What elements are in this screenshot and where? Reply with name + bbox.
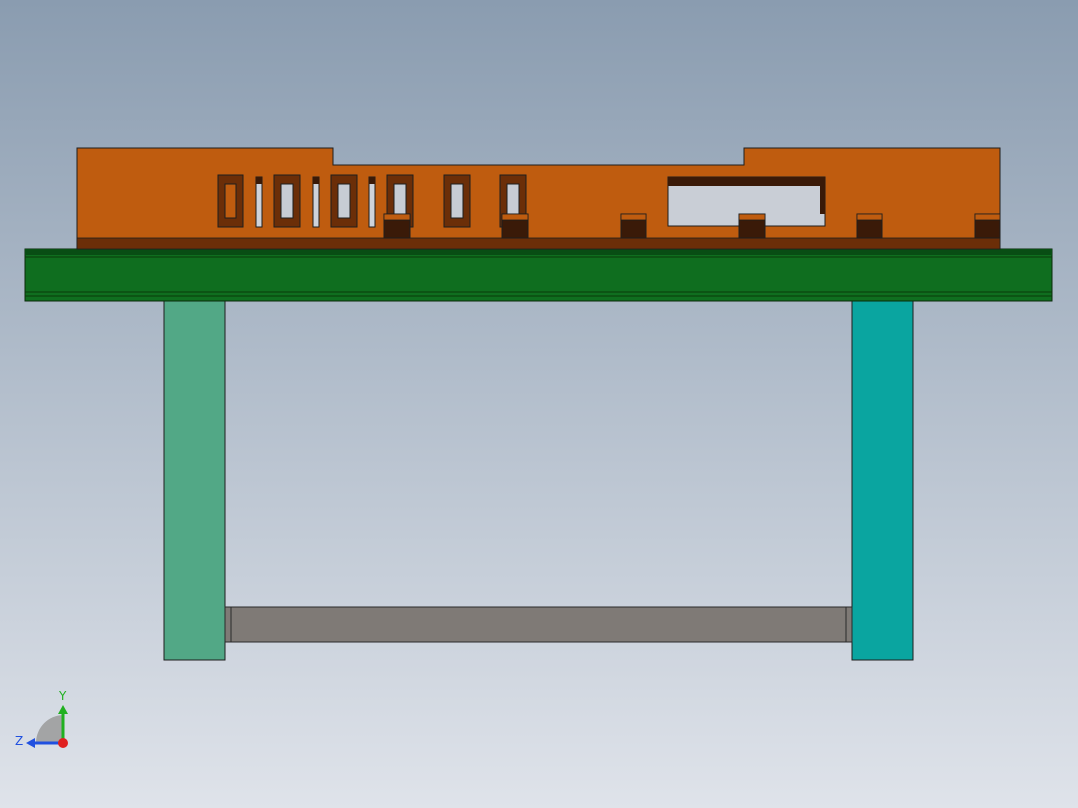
slot-pocket-window [393, 183, 407, 219]
z-axis-label: Z [15, 734, 23, 748]
slot-pocket-window [506, 183, 520, 219]
orange-base-strip [76, 237, 1001, 250]
thin-slot-cap [256, 177, 262, 184]
slot-pocket-window [337, 183, 351, 219]
thin-slot-cap [313, 177, 319, 184]
model-view-svg[interactable]: Y Z [0, 0, 1078, 808]
cad-viewport[interactable]: Y Z [0, 0, 1078, 808]
window-cutout-right-edge [820, 177, 825, 214]
thin-slot [255, 176, 263, 228]
window-cutout-top-edge [668, 177, 825, 186]
base-block-cap [383, 213, 411, 221]
slot-pocket-inner [224, 183, 237, 219]
green-plate-top-edge [25, 249, 1052, 255]
right-leg[interactable] [851, 299, 914, 661]
x-axis-dot-icon [58, 738, 68, 748]
thin-slot [368, 176, 376, 228]
slot-pocket-window [450, 183, 464, 219]
left-leg[interactable] [163, 299, 226, 661]
base-block-cap [738, 213, 766, 221]
base-block-cap [620, 213, 647, 221]
base-block-cap [974, 213, 1001, 221]
base-block-cap [856, 213, 883, 221]
thin-slot [312, 176, 320, 228]
crossbar[interactable] [224, 606, 853, 643]
base-block-cap [501, 213, 529, 221]
slot-pocket-window [280, 183, 294, 219]
thin-slot-cap [369, 177, 375, 184]
y-axis-label: Y [58, 689, 67, 703]
viewport-background [0, 0, 1078, 808]
